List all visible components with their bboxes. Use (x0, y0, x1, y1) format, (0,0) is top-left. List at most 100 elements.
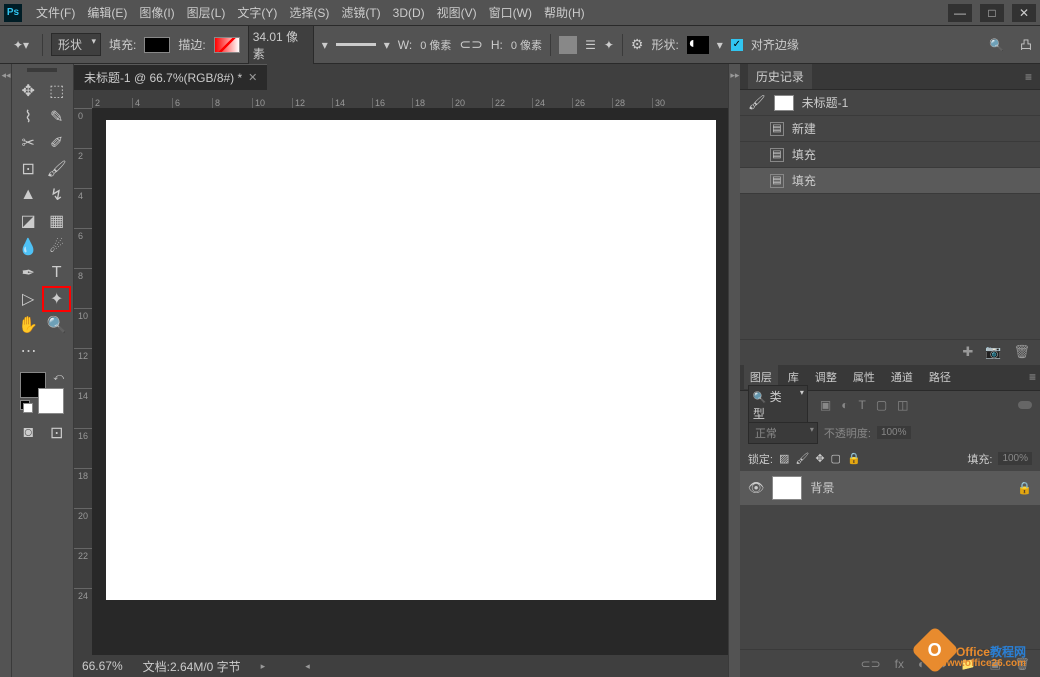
gear-icon[interactable]: ⚙ (631, 36, 644, 53)
filter-adjust-icon[interactable]: ◐ (841, 398, 848, 412)
doc-info-arrow[interactable]: ▸ (261, 661, 266, 672)
history-item[interactable]: ▤ 新建 (740, 116, 1040, 142)
canvas-area[interactable] (92, 108, 728, 655)
frame-tool[interactable]: ⊡ (14, 156, 43, 182)
filter-shape-icon[interactable]: ▢ (876, 398, 887, 412)
stroke-width-input[interactable]: 34.01 像素 (248, 25, 314, 65)
menu-view[interactable]: 视图(V) (431, 4, 483, 21)
layer-lock-icon[interactable]: 🔒 (1017, 481, 1032, 495)
crop-tool[interactable]: ✂ (14, 130, 43, 156)
history-brush-tool[interactable]: ↯ (42, 182, 71, 208)
shape-mode-dropdown[interactable]: 形状 (51, 33, 101, 56)
type-tool[interactable]: T (42, 260, 71, 286)
path-select-tool[interactable]: ▷ (14, 286, 42, 312)
custom-shape-tool[interactable]: ✦ (42, 286, 71, 312)
window-maximize[interactable]: □ (980, 4, 1004, 22)
toolbox-grip[interactable] (14, 68, 71, 78)
history-tab[interactable]: 历史记录 (748, 64, 812, 89)
opacity-value[interactable]: 100% (877, 426, 911, 439)
lock-brush-icon[interactable]: 🖌 (795, 452, 809, 465)
document-tab[interactable]: 未标题-1 @ 66.7%(RGB/8#) * ✕ (74, 64, 267, 90)
lock-all-icon[interactable]: 🔒 (847, 452, 861, 465)
menu-3d[interactable]: 3D(D) (387, 6, 431, 20)
lock-position-icon[interactable]: ✥ (815, 452, 824, 465)
filter-pixel-icon[interactable]: ▣ (820, 398, 831, 412)
layer-name[interactable]: 背景 (810, 479, 834, 496)
ruler-vertical[interactable]: 024681012141618202224 (74, 108, 92, 655)
screen-mode-tool[interactable]: ⊡ (42, 420, 71, 446)
eraser-tool[interactable]: ◪ (14, 208, 43, 234)
lock-transparent-icon[interactable]: ▨ (779, 452, 789, 465)
history-item[interactable]: ▤ 填充 (740, 142, 1040, 168)
path-op-button[interactable] (559, 36, 577, 54)
gradient-tool[interactable]: ▦ (42, 208, 71, 234)
lasso-tool[interactable]: ⌇ (14, 104, 43, 130)
blur-tool[interactable]: 💧 (14, 234, 43, 260)
menu-edit[interactable]: 编辑(E) (81, 4, 133, 21)
menu-select[interactable]: 选择(S) (283, 4, 335, 21)
channels-tab[interactable]: 通道 (885, 365, 919, 389)
share-icon[interactable]: 凸 (1020, 36, 1032, 53)
window-close[interactable]: ✕ (1012, 4, 1036, 22)
fill-swatch[interactable] (144, 37, 170, 53)
hand-tool[interactable]: ✋ (14, 312, 43, 338)
fx-icon[interactable]: fx (895, 657, 904, 671)
filter-smart-icon[interactable]: ◫ (897, 398, 908, 412)
menu-layer[interactable]: 图层(L) (181, 4, 232, 21)
layer-item[interactable]: 👁 背景 🔒 (740, 471, 1040, 505)
adjustments-tab[interactable]: 调整 (809, 365, 843, 389)
swap-colors-icon[interactable]: ⤺ (53, 372, 64, 383)
eyedropper-tool[interactable]: ✐ (42, 130, 71, 156)
move-tool[interactable]: ✥ (14, 78, 43, 104)
layer-thumbnail[interactable] (772, 476, 802, 500)
filter-type-icon[interactable]: T (858, 398, 865, 412)
custom-shape-tool-icon[interactable]: ✦▾ (8, 32, 34, 58)
blend-mode-dropdown[interactable]: 正常 (748, 422, 818, 444)
pen-tool[interactable]: ✒ (14, 260, 43, 286)
properties-tab[interactable]: 属性 (847, 365, 881, 389)
zoom-level[interactable]: 66.67% (82, 659, 123, 673)
fill-opacity-value[interactable]: 100% (998, 452, 1032, 465)
ruler-horizontal[interactable]: 24681012141618202224262830 (74, 90, 728, 108)
dodge-tool[interactable]: ☄ (42, 234, 71, 260)
default-colors[interactable] (20, 400, 30, 410)
filter-type-dropdown[interactable]: 🔍 类型 (748, 385, 808, 425)
background-color[interactable] (38, 388, 64, 414)
panel-menu-icon[interactable]: ≡ (1025, 70, 1032, 84)
left-collapse-strip[interactable]: ◂◂ (0, 64, 12, 677)
menu-type[interactable]: 文字(Y) (231, 4, 283, 21)
stroke-swatch[interactable] (214, 37, 240, 53)
menu-file[interactable]: 文件(F) (30, 4, 81, 21)
zoom-tool[interactable]: 🔍 (42, 312, 71, 338)
filter-toggle[interactable] (1018, 401, 1032, 409)
link-layers-icon[interactable]: ⊂⊃ (861, 657, 881, 671)
height-value[interactable]: 0 像素 (511, 37, 542, 53)
close-tab-icon[interactable]: ✕ (248, 71, 257, 84)
history-item[interactable]: ▤ 填充 (740, 168, 1040, 194)
marquee-tool[interactable]: ⬚ (42, 78, 71, 104)
search-icon[interactable]: 🔍 (989, 38, 1004, 52)
stroke-style-dropdown[interactable] (336, 43, 376, 46)
visibility-icon[interactable]: 👁 (748, 480, 765, 496)
width-value[interactable]: 0 像素 (420, 37, 451, 53)
menu-window[interactable]: 窗口(W) (483, 4, 538, 21)
color-swatches[interactable]: ⤺ (20, 372, 70, 414)
quick-mask-tool[interactable]: ◙ (14, 420, 43, 446)
doc-info[interactable]: 文档:2.64M/0 字节 (143, 658, 241, 675)
paths-tab[interactable]: 路径 (923, 365, 957, 389)
create-document-icon[interactable]: ✚ (962, 344, 973, 360)
scroll-left-icon[interactable]: ◂ (305, 661, 310, 672)
custom-shape-picker[interactable] (687, 36, 709, 54)
align-edges-checkbox[interactable]: ✓ (731, 39, 743, 51)
menu-image[interactable]: 图像(I) (133, 4, 180, 21)
delete-icon[interactable]: 🗑 (1014, 344, 1031, 360)
brush-tool[interactable]: 🖌 (42, 156, 71, 182)
snapshot-camera-icon[interactable]: 📷 (985, 344, 1001, 360)
arrange-button[interactable]: ✦ (604, 38, 614, 52)
link-wh-icon[interactable]: ⊂⊃ (459, 36, 482, 53)
lock-artboard-icon[interactable]: ▢ (831, 452, 841, 465)
canvas[interactable] (106, 120, 716, 600)
right-collapse-strip[interactable]: ▸▸ (728, 64, 740, 677)
align-button[interactable]: ☰ (585, 38, 596, 52)
edit-toolbar[interactable]: ⋯ (14, 338, 43, 364)
